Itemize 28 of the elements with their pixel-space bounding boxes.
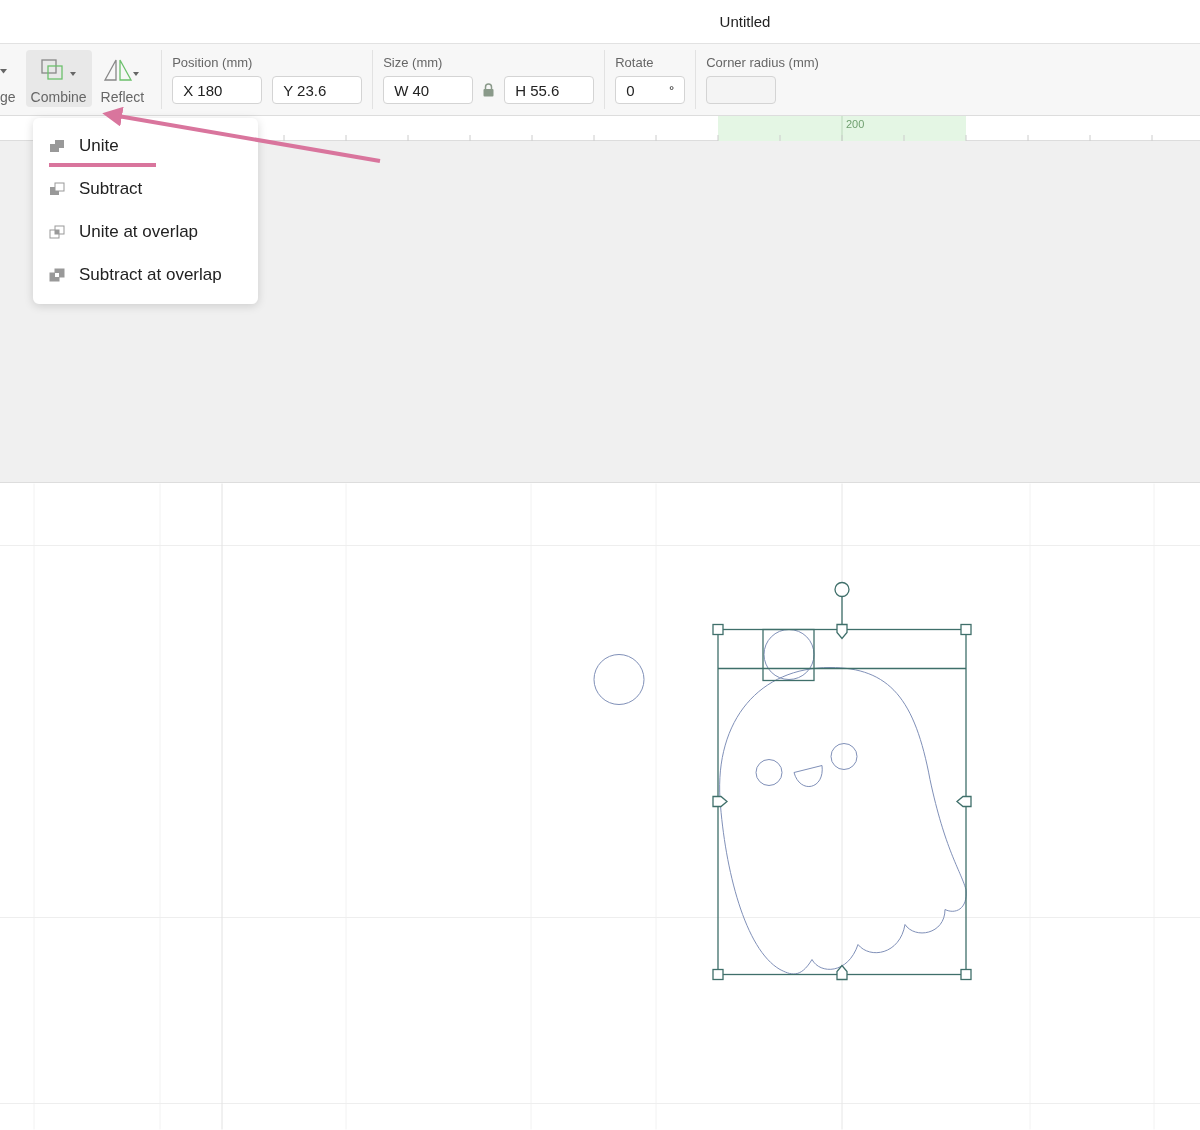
input-field[interactable]: X 180 xyxy=(172,76,263,104)
field-label: Position (mm) xyxy=(172,55,254,70)
menu-item[interactable]: Subtract at overlap xyxy=(33,253,258,296)
selection-box[interactable] xyxy=(712,581,972,981)
menu-item[interactable]: Unite at overlap xyxy=(33,210,258,253)
input-field[interactable]: W 40 xyxy=(383,76,474,104)
ghost-drawing[interactable] xyxy=(719,629,967,975)
field-label: Rotate xyxy=(615,55,655,70)
mirror-triangles-icon xyxy=(103,58,142,84)
menu-item[interactable]: Subtract xyxy=(33,167,258,210)
lock-icon[interactable] xyxy=(483,83,495,97)
input-field[interactable]: H 55.6 xyxy=(504,76,595,104)
toolbar-button[interactable]: Reflect xyxy=(95,50,150,107)
caret-icon xyxy=(0,69,8,74)
subtract-squares-icon xyxy=(49,181,65,196)
field-label: Corner radius (mm) xyxy=(706,55,819,70)
menu-item[interactable]: Unite xyxy=(33,124,258,167)
field-label: Size (mm) xyxy=(383,55,444,70)
overlap-squares-icon xyxy=(49,224,65,239)
window-title: Untitled xyxy=(719,13,771,30)
input-field[interactable]: Y 23.6 xyxy=(272,76,363,104)
ruler-label: 200 xyxy=(846,118,865,130)
overlap-squares-icon xyxy=(49,267,65,282)
toolbar-button[interactable]: ge xyxy=(0,50,16,107)
circle-shape[interactable] xyxy=(593,654,645,705)
toolbar-button[interactable]: Combine xyxy=(25,50,92,107)
input-field[interactable]: 0 ° xyxy=(615,76,686,104)
united-squares-icon xyxy=(49,138,65,153)
